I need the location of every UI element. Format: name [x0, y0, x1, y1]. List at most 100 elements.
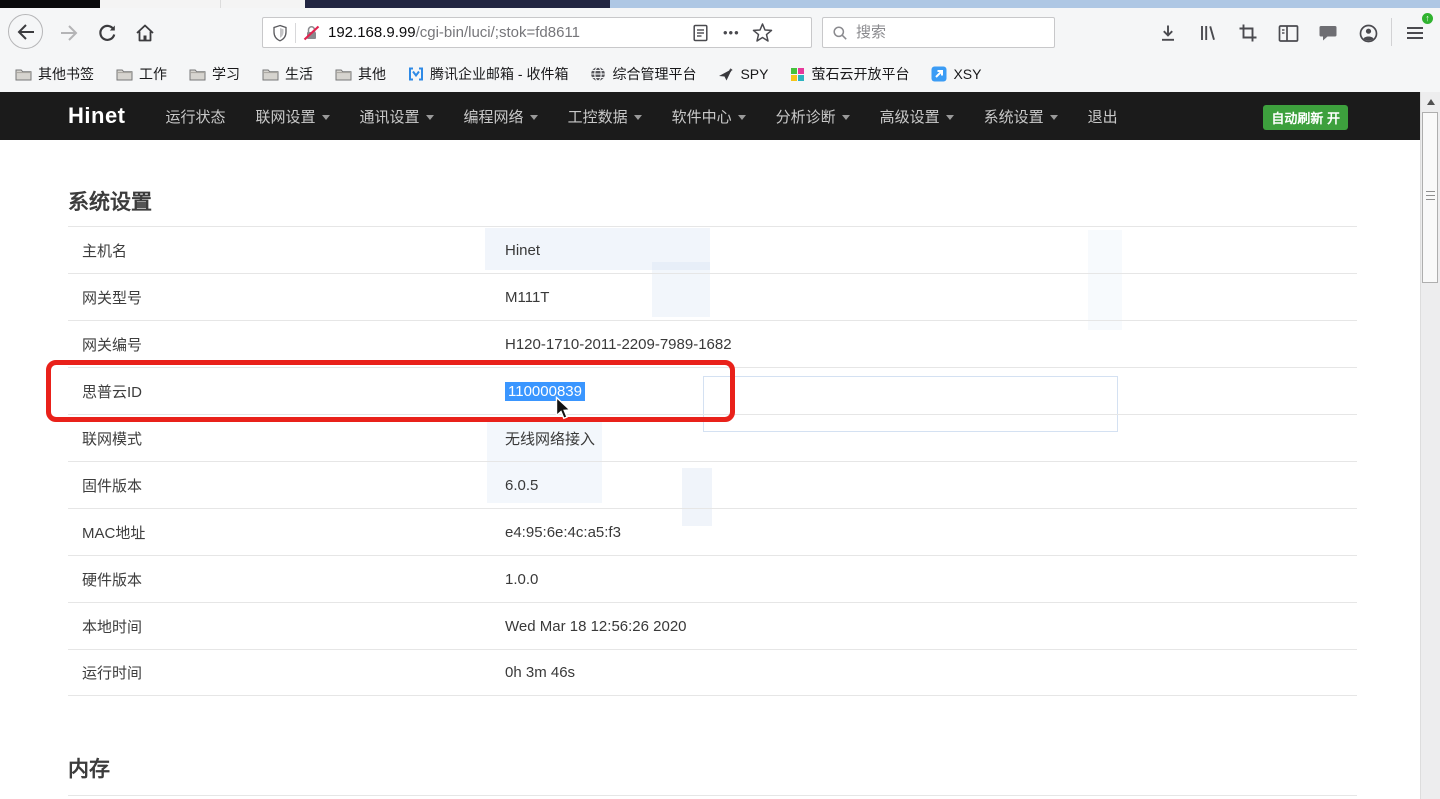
sidebar-toggle-button[interactable] [1275, 20, 1301, 46]
bookmark-life[interactable]: 生活 [262, 64, 313, 84]
row-value: 6.0.5 [505, 477, 538, 494]
url-bar[interactable]: 192.168.9.99/cgi-bin/luci/;stok=fd8611 •… [262, 17, 812, 48]
section-title-memory: 内存 [68, 753, 110, 783]
nav-item-label: 高级设置 [880, 106, 940, 127]
app-navbar: Hinet 运行状态 联网设置 通讯设置 编程网络 工控数据 软件中心 分析诊断… [0, 92, 1440, 140]
url-fade-overlay [630, 24, 690, 41]
reload-button[interactable] [94, 20, 120, 46]
bookmark-ezviz-platform[interactable]: 萤石云开放平台 [790, 64, 909, 84]
chevron-down-icon [842, 115, 850, 120]
download-button[interactable] [1155, 20, 1181, 46]
home-icon [134, 22, 156, 44]
section-title-system: 系统设置 [68, 186, 152, 216]
scrollbar-thumb[interactable] [1422, 112, 1438, 283]
bookmark-work[interactable]: 工作 [116, 64, 167, 84]
crop-icon [1238, 23, 1258, 43]
messages-button[interactable] [1315, 20, 1341, 46]
browser-toolbar: 192.168.9.99/cgi-bin/luci/;stok=fd8611 •… [0, 8, 1440, 56]
nav-item-comm-settings[interactable]: 通讯设置 [360, 106, 434, 127]
forward-arrow-icon [58, 22, 80, 44]
chevron-down-icon [322, 115, 330, 120]
download-icon [1158, 23, 1178, 43]
mouse-cursor [551, 396, 573, 422]
nav-item-label: 软件中心 [672, 106, 732, 127]
forward-button[interactable] [56, 20, 82, 46]
search-input[interactable] [856, 24, 1036, 41]
bookmark-star-icon[interactable] [752, 22, 773, 43]
account-button[interactable] [1355, 20, 1381, 46]
nav-item-status[interactable]: 运行状态 [166, 106, 226, 127]
bookmark-spy[interactable]: SPY [718, 66, 768, 82]
reload-icon [97, 23, 117, 43]
nav-item-label: 运行状态 [166, 106, 226, 127]
row-value: e4:95:6e:4c:a5:f3 [505, 524, 621, 541]
triangle-up-icon [1427, 99, 1435, 105]
bookmark-study[interactable]: 学习 [189, 64, 240, 84]
url-text[interactable]: 192.168.9.99/cgi-bin/luci/;stok=fd8611 [328, 24, 690, 41]
reader-mode-icon[interactable] [692, 24, 709, 42]
bookmark-management-platform[interactable]: 综合管理平台 [590, 64, 696, 84]
row-value: Wed Mar 18 12:56:26 2020 [505, 618, 687, 635]
back-button[interactable] [8, 14, 43, 49]
divider [1391, 18, 1392, 46]
bookmark-xsy[interactable]: XSY [931, 66, 981, 82]
vertical-scrollbar[interactable] [1420, 92, 1440, 799]
row-label: 运行时间 [68, 662, 142, 683]
nav-item-label: 工控数据 [568, 106, 628, 127]
bookmark-label: 生活 [285, 64, 313, 84]
nav-item-programming-network[interactable]: 编程网络 [464, 106, 538, 127]
nav-item-advanced-settings[interactable]: 高级设置 [880, 106, 954, 127]
nav-item-network-setup[interactable]: 联网设置 [256, 106, 330, 127]
table-row-network-mode: 联网模式 无线网络接入 [68, 414, 1357, 461]
row-value: 1.0.0 [505, 571, 538, 588]
nav-item-diagnostics[interactable]: 分析诊断 [776, 106, 850, 127]
nav-item-label: 编程网络 [464, 106, 524, 127]
app-brand: Hinet [68, 103, 126, 129]
tabstrip-blue-segment [610, 0, 1440, 8]
nav-item-software-center[interactable]: 软件中心 [672, 106, 746, 127]
active-tab-sliver[interactable] [305, 0, 610, 8]
row-value: 0h 3m 46s [505, 664, 575, 681]
row-label: 网关编号 [68, 334, 142, 355]
bookmark-misc[interactable]: 其他 [335, 64, 386, 84]
bookmark-tencent-mail[interactable]: 腾讯企业邮箱 - 收件箱 [408, 64, 568, 84]
auto-refresh-badge[interactable]: 自动刷新 开 [1263, 105, 1348, 130]
tabstrip-light-segment [100, 0, 305, 8]
bookmark-label: SPY [740, 66, 768, 82]
folder-icon [189, 68, 206, 81]
grip-line [1426, 195, 1435, 196]
table-row-firmware-version: 固件版本 6.0.5 [68, 461, 1357, 508]
update-available-badge[interactable]: ↑ [1420, 11, 1435, 26]
nav-item-label: 分析诊断 [776, 106, 836, 127]
screenshot-button[interactable] [1235, 20, 1261, 46]
chevron-down-icon [738, 115, 746, 120]
folder-icon [116, 68, 133, 81]
plane-icon [718, 67, 734, 82]
table-row-gateway-model: 网关型号 M111T [68, 273, 1357, 320]
page-actions-icon[interactable]: ••• [723, 25, 740, 40]
bookmark-label: 其他书签 [38, 64, 94, 84]
bookmark-label: 工作 [139, 64, 167, 84]
table-row-gateway-serial: 网关编号 H120-1710-2011-2209-7989-1682 [68, 320, 1357, 367]
nav-item-system-settings[interactable]: 系统设置 [984, 106, 1058, 127]
search-box[interactable] [822, 17, 1055, 48]
folder-icon [262, 68, 279, 81]
row-label: 联网模式 [68, 428, 142, 449]
library-icon [1198, 23, 1218, 43]
bookmark-label: XSY [953, 66, 981, 82]
arrow-square-icon [931, 66, 947, 82]
row-label: MAC地址 [68, 522, 145, 543]
scrollbar-up-button[interactable] [1421, 94, 1440, 109]
bookmark-other-bookmarks[interactable]: 其他书签 [15, 64, 94, 84]
library-button[interactable] [1195, 20, 1221, 46]
insecure-lock-icon[interactable] [303, 25, 320, 41]
nav-item-industrial-data[interactable]: 工控数据 [568, 106, 642, 127]
home-button[interactable] [132, 20, 158, 46]
tab-divider [220, 0, 221, 8]
tracking-shield-icon[interactable] [272, 24, 288, 42]
row-value: 无线网络接入 [505, 428, 595, 449]
hamburger-icon [1406, 26, 1424, 40]
url-host: 192.168.9.99 [328, 24, 416, 41]
chevron-down-icon [530, 115, 538, 120]
nav-item-logout[interactable]: 退出 [1088, 106, 1118, 127]
